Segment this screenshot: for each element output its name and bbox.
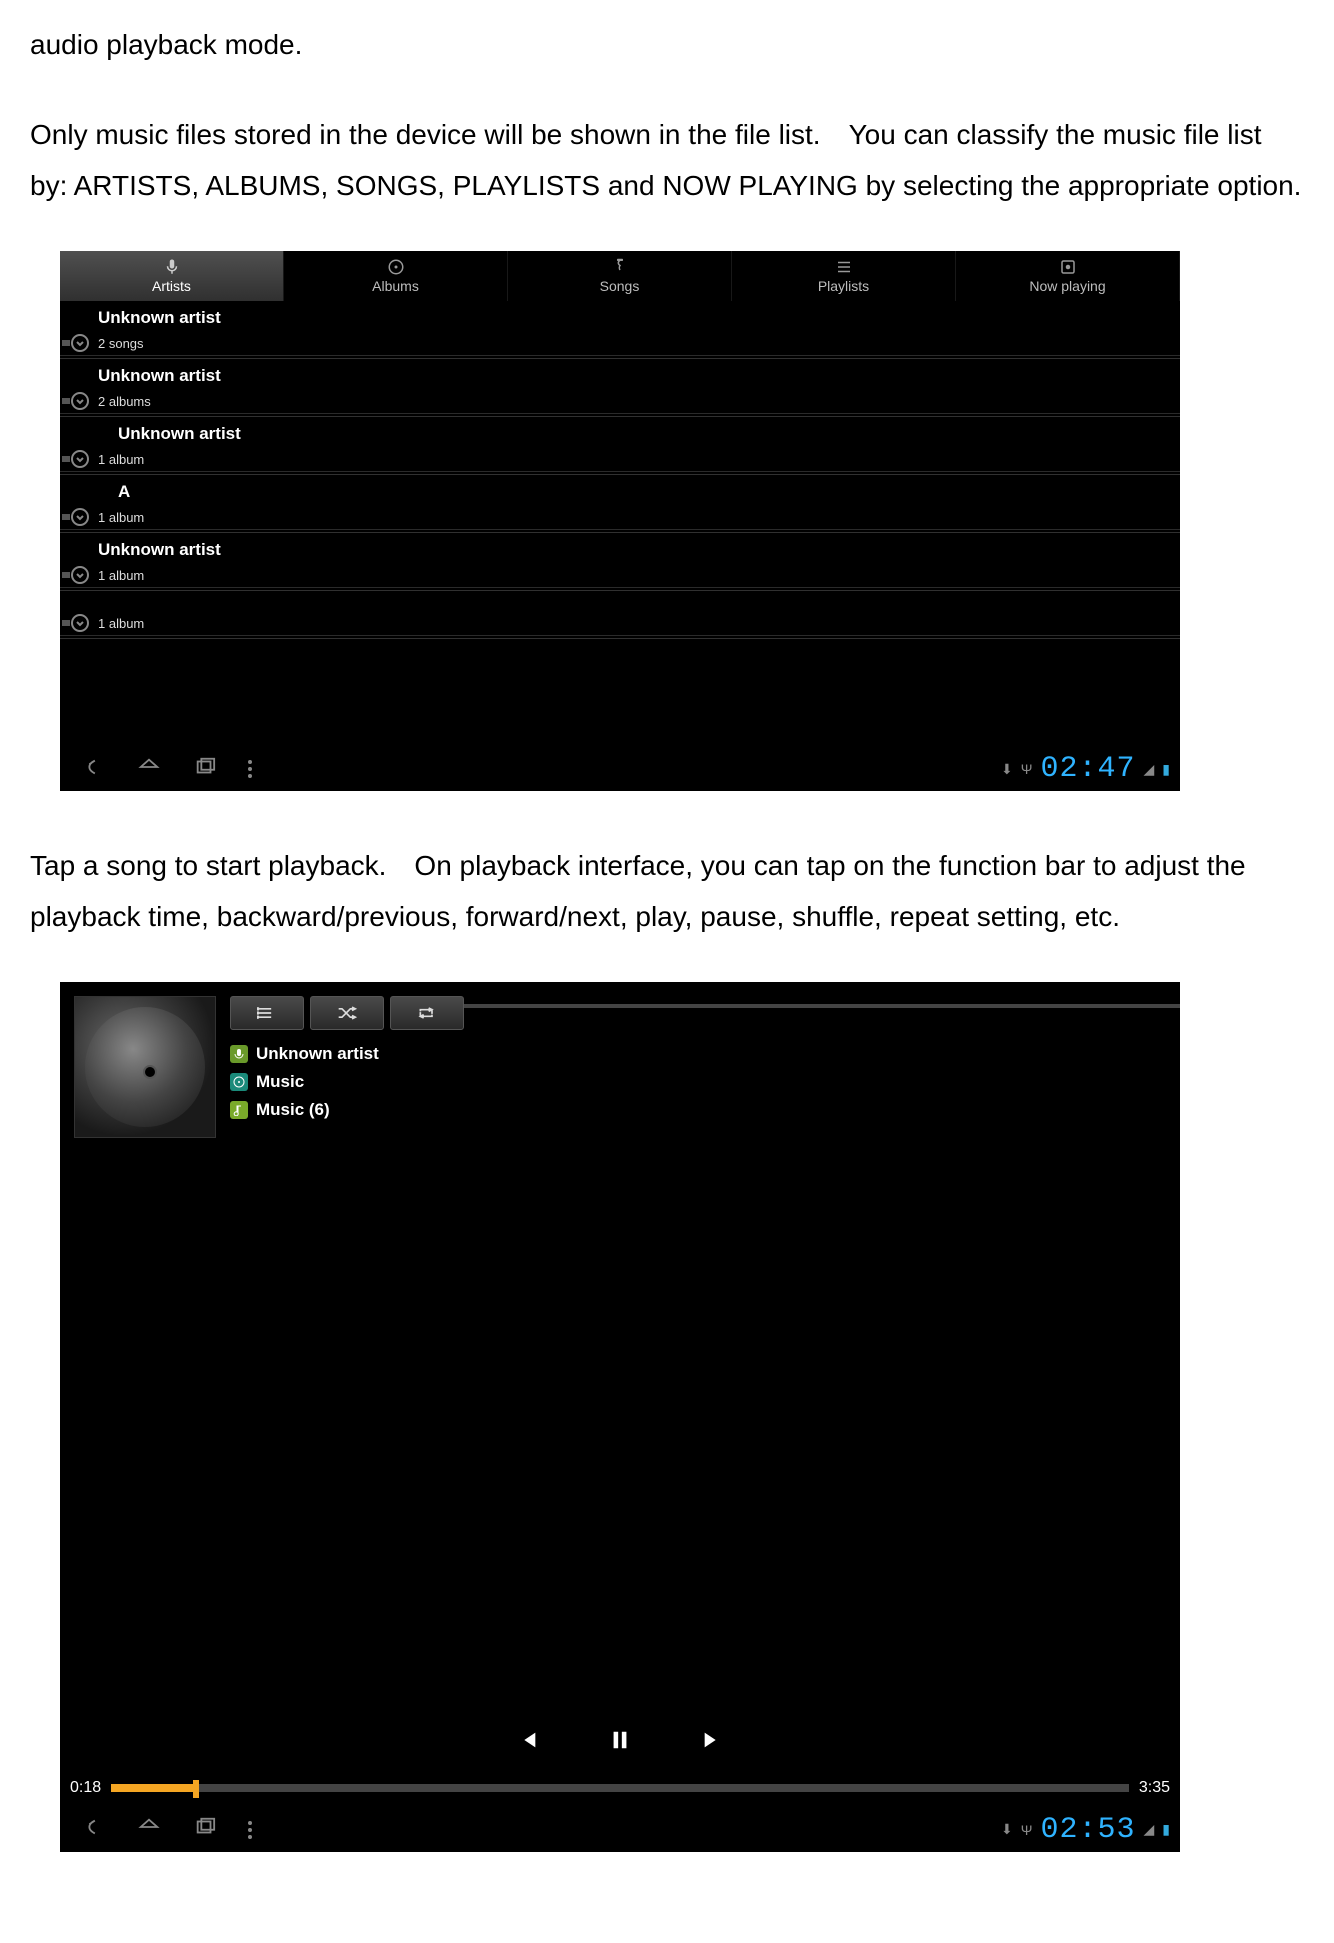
artist-group[interactable]: A 1 album xyxy=(60,475,1180,533)
system-nav-bar: ⬇ Ψ 02:53 ◢ ▮ xyxy=(60,1808,1180,1852)
artist-sub: 2 albums xyxy=(98,394,151,409)
recent-apps-icon[interactable] xyxy=(192,756,218,783)
home-icon[interactable] xyxy=(136,756,162,783)
note-icon xyxy=(610,258,630,276)
home-icon[interactable] xyxy=(136,1816,162,1843)
battery-icon: ▮ xyxy=(1162,761,1170,778)
artist-sub: 1 album xyxy=(98,510,144,525)
menu-icon[interactable] xyxy=(248,1821,252,1839)
artist-group[interactable]: 1 album xyxy=(60,591,1180,639)
back-icon[interactable] xyxy=(80,756,106,783)
mic-icon xyxy=(162,258,182,276)
doc-paragraph: Only music files stored in the device wi… xyxy=(30,110,1304,211)
expand-icon[interactable] xyxy=(60,448,94,470)
artist-list: Unknown artist 2 songs Unknown artist 2 … xyxy=(60,301,1180,639)
back-icon[interactable] xyxy=(80,1816,106,1843)
tab-label: Artists xyxy=(152,278,191,294)
artist-name: Unknown artist xyxy=(60,363,1180,389)
list-icon xyxy=(834,258,854,276)
disc2-icon xyxy=(1058,258,1078,276)
usb-icon: Ψ xyxy=(1021,1822,1033,1838)
recent-apps-icon[interactable] xyxy=(192,1816,218,1843)
shuffle-button[interactable] xyxy=(310,996,384,1030)
repeat-button[interactable] xyxy=(390,996,464,1030)
expand-icon[interactable] xyxy=(60,332,94,354)
now-playing-screenshot: Unknown artist Music Music (6) 0:18 3:35 xyxy=(60,982,1180,1852)
artist-name: Unknown artist xyxy=(256,1044,379,1064)
tab-playlists[interactable]: Playlists xyxy=(732,251,956,301)
download-icon: ⬇ xyxy=(1001,761,1013,778)
expand-icon[interactable] xyxy=(60,564,94,586)
disc-icon xyxy=(386,258,406,276)
clock: 02:47 xyxy=(1040,752,1135,786)
tab-now-playing[interactable]: Now playing xyxy=(956,251,1180,301)
tab-label: Albums xyxy=(372,278,419,294)
tab-label: Playlists xyxy=(818,278,869,294)
note-icon xyxy=(230,1101,248,1119)
tab-bar: Artists Albums Songs Playlists Now playi… xyxy=(60,251,1180,301)
tab-label: Now playing xyxy=(1029,278,1105,294)
usb-icon: Ψ xyxy=(1021,761,1033,777)
elapsed-time: 0:18 xyxy=(70,1779,101,1797)
artist-name: A xyxy=(60,479,1180,505)
transport-controls xyxy=(60,1718,1180,1768)
artist-sub: 1 album xyxy=(98,568,144,583)
pause-button[interactable] xyxy=(609,1729,631,1756)
artist-group[interactable]: Unknown artist 1 album xyxy=(60,533,1180,591)
menu-icon[interactable] xyxy=(248,760,252,778)
seek-thumb[interactable] xyxy=(193,1780,199,1798)
expand-icon[interactable] xyxy=(60,612,94,634)
album-art[interactable] xyxy=(74,996,216,1138)
artist-name: Unknown artist xyxy=(60,305,1180,331)
wifi-icon: ◢ xyxy=(1144,761,1155,778)
tab-label: Songs xyxy=(600,278,640,294)
artist-line: Unknown artist xyxy=(230,1044,1166,1064)
next-button[interactable] xyxy=(701,1729,723,1756)
artist-sub: 1 album xyxy=(98,616,144,631)
track-name: Music (6) xyxy=(256,1100,330,1120)
tab-songs[interactable]: Songs xyxy=(508,251,732,301)
expand-icon[interactable] xyxy=(60,506,94,528)
tab-albums[interactable]: Albums xyxy=(284,251,508,301)
wifi-icon: ◢ xyxy=(1144,1821,1155,1838)
artist-sub: 1 album xyxy=(98,452,144,467)
seek-bar[interactable] xyxy=(111,1784,1129,1792)
queue-button[interactable] xyxy=(230,996,304,1030)
album-name: Music xyxy=(256,1072,304,1092)
album-line: Music xyxy=(230,1072,1166,1092)
previous-button[interactable] xyxy=(517,1729,539,1756)
artist-group[interactable]: Unknown artist 2 albums xyxy=(60,359,1180,417)
artist-name: Unknown artist xyxy=(60,537,1180,563)
disc-icon xyxy=(230,1073,248,1091)
tab-artists[interactable]: Artists xyxy=(60,251,284,301)
music-library-screenshot: Artists Albums Songs Playlists Now playi… xyxy=(60,251,1180,791)
artist-group[interactable]: Unknown artist 2 songs xyxy=(60,301,1180,359)
artist-name: Unknown artist xyxy=(60,421,1180,447)
battery-icon: ▮ xyxy=(1162,1821,1170,1838)
seek-filled xyxy=(111,1784,192,1792)
time-bar: 0:18 3:35 xyxy=(60,1768,1180,1808)
system-nav-bar: ⬇ Ψ 02:47 ◢ ▮ xyxy=(60,747,1180,791)
mic-icon xyxy=(230,1045,248,1063)
artist-sub: 2 songs xyxy=(98,336,144,351)
doc-paragraph: audio playback mode. xyxy=(30,20,1304,70)
expand-icon[interactable] xyxy=(60,390,94,412)
artist-group[interactable]: Unknown artist 1 album xyxy=(60,417,1180,475)
clock: 02:53 xyxy=(1040,1813,1135,1847)
track-line: Music (6) xyxy=(230,1100,1166,1120)
download-icon: ⬇ xyxy=(1001,1821,1013,1838)
total-time: 3:35 xyxy=(1139,1779,1170,1797)
doc-paragraph: Tap a song to start playback. On playbac… xyxy=(30,841,1304,942)
